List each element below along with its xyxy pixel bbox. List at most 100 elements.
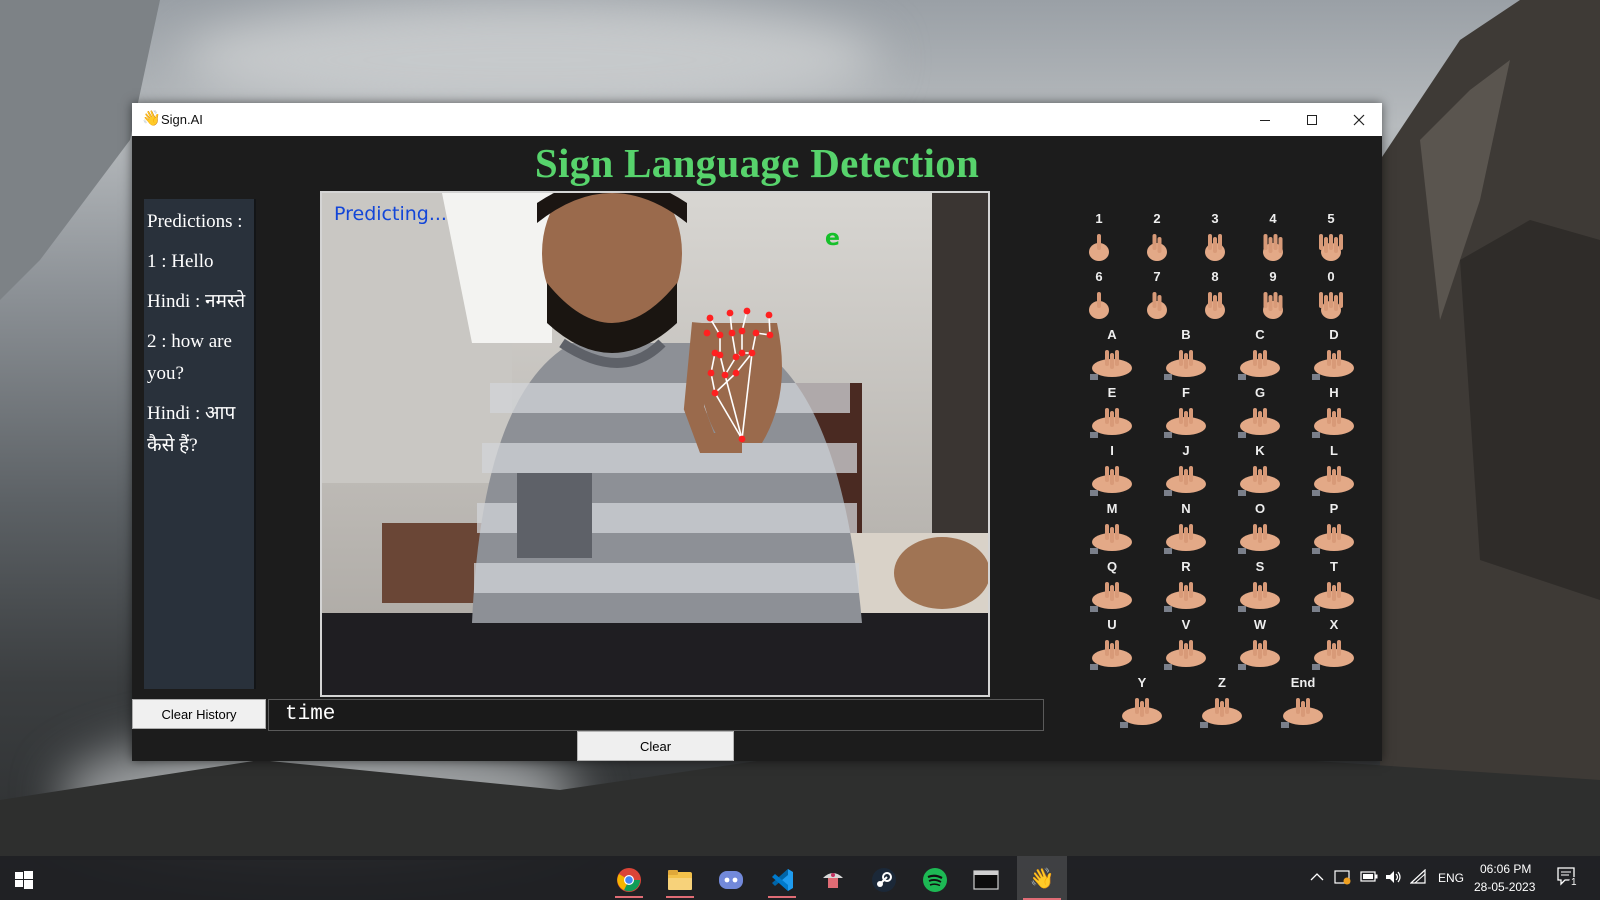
- taskbar-app-chrome[interactable]: [609, 862, 649, 898]
- clear-history-button[interactable]: Clear History: [132, 699, 266, 729]
- landmark-point: [748, 349, 756, 357]
- landmark-point: [726, 309, 734, 317]
- chevron-up-icon[interactable]: [1310, 872, 1324, 882]
- hand-sign-icon: [1147, 234, 1167, 261]
- hand-sign-icon: [1319, 292, 1343, 319]
- start-button[interactable]: [4, 862, 44, 898]
- hand-sign-icon: [1238, 524, 1280, 554]
- app-window: 👋 Sign.AI Sign Language Detection Predic…: [132, 103, 1382, 761]
- notification-center-button[interactable]: 1: [1556, 866, 1582, 892]
- sign-label: 1: [1095, 211, 1103, 226]
- hand-sign-icon: [1090, 408, 1132, 438]
- prediction-hindi: Hindi : नमस्ते: [147, 291, 246, 312]
- clock-date[interactable]: 28-05-2023: [1474, 880, 1535, 894]
- taskbar-app-discord[interactable]: [711, 862, 751, 898]
- close-icon: [1353, 114, 1364, 125]
- hand-sign-icon: [1090, 466, 1132, 496]
- sign-label: O: [1254, 501, 1266, 516]
- sign-chart-cell: 3: [1188, 211, 1242, 269]
- sign-chart-cell: V: [1151, 617, 1221, 675]
- status-overlay: Predicting...: [334, 203, 447, 225]
- sign-label: H: [1329, 385, 1339, 400]
- webcam-frame: Predicting... e: [322, 193, 988, 695]
- landmark-point: [728, 329, 736, 337]
- taskbar-app-terminal[interactable]: [966, 862, 1006, 898]
- landmark-point: [716, 351, 724, 359]
- sign-chart-cell: 6: [1072, 269, 1126, 327]
- maximize-button[interactable]: [1288, 103, 1335, 136]
- hand-sign-icon: [1089, 234, 1109, 261]
- hand-sign-icon: [1312, 640, 1354, 670]
- sign-label: C: [1255, 327, 1265, 342]
- hand-sign-icon: [1205, 292, 1225, 319]
- battery-icon[interactable]: [1360, 871, 1378, 882]
- title-bar[interactable]: 👋 Sign.AI: [132, 103, 1382, 136]
- sign-label: 2: [1153, 211, 1161, 226]
- wifi-icon[interactable]: [1410, 869, 1426, 885]
- landmark-point: [706, 314, 714, 322]
- hand-sign-icon: [1164, 408, 1206, 438]
- taskbar-app-vscode[interactable]: [762, 862, 802, 898]
- hand-sign-icon: [1164, 582, 1206, 612]
- sign-chart-cell: G: [1225, 385, 1295, 443]
- prediction-english: 2 : how are you?: [147, 331, 232, 384]
- sign-label: U: [1107, 617, 1117, 632]
- waving-hand-icon: 👋: [142, 110, 161, 127]
- sentence-text-field[interactable]: time: [268, 699, 1044, 731]
- clock-time[interactable]: 06:06 PM: [1480, 862, 1531, 876]
- volume-icon[interactable]: [1384, 869, 1402, 885]
- minimize-icon: [1259, 119, 1270, 121]
- hand-sign-icon: [1164, 466, 1206, 496]
- notification-count: 1: [1569, 877, 1579, 888]
- clear-button[interactable]: Clear: [577, 731, 734, 761]
- taskbar-app-spotify[interactable]: [915, 862, 955, 898]
- taskbar-app-file-explorer[interactable]: [660, 862, 700, 898]
- hand-sign-icon: [1312, 408, 1354, 438]
- sign-chart-cell: 1: [1072, 211, 1126, 269]
- hand-sign-icon: [1238, 408, 1280, 438]
- sign-label: E: [1107, 385, 1117, 400]
- taskbar-app-steam[interactable]: [864, 862, 904, 898]
- hand-sign-icon: [1200, 698, 1242, 728]
- sign-label: R: [1181, 559, 1191, 574]
- hand-sign-icon: [1312, 350, 1354, 380]
- prediction-hindi: Hindi : आप कैसे हैं?: [147, 403, 236, 456]
- landmark-point: [765, 311, 773, 319]
- landmark-point: [743, 307, 751, 315]
- close-button[interactable]: [1335, 103, 1382, 136]
- sign-label: 3: [1211, 211, 1219, 226]
- sign-chart-cell: M: [1077, 501, 1147, 559]
- sign-label: T: [1330, 559, 1338, 574]
- sign-chart-cell: I: [1077, 443, 1147, 501]
- sign-label: J: [1182, 443, 1190, 458]
- running-indicator: [615, 896, 643, 898]
- sign-label: End: [1290, 675, 1316, 690]
- sign-language-chart: 1 2 3 4 5 6 7 8 9 0 A B C D E F G H I J K L M N O P Q R S T U V W X Y Z End: [1067, 211, 1357, 731]
- sign-label: 5: [1327, 211, 1335, 226]
- minimize-button[interactable]: [1241, 103, 1288, 136]
- sign-label: X: [1329, 617, 1339, 632]
- security-icon[interactable]: [1334, 869, 1352, 885]
- sign-label: Q: [1106, 559, 1118, 574]
- hand-sign-icon: [1164, 524, 1206, 554]
- prediction-english: 1 : Hello: [147, 251, 214, 272]
- sign-chart-cell: T: [1299, 559, 1369, 617]
- sign-label: F: [1182, 385, 1190, 400]
- landmark-point: [732, 369, 740, 377]
- sign-chart-cell: S: [1225, 559, 1295, 617]
- hand-sign-icon: [1164, 350, 1206, 380]
- sign-chart-cell: 0: [1304, 269, 1358, 327]
- input-language[interactable]: ENG: [1438, 871, 1464, 885]
- sign-label: Z: [1218, 675, 1226, 690]
- hand-sign-icon: [1312, 524, 1354, 554]
- sign-label: 7: [1153, 269, 1161, 284]
- sign-chart-cell: Y: [1107, 675, 1177, 733]
- taskbar-app-sign-ai[interactable]: 👋: [1017, 856, 1067, 900]
- sign-chart-cell: Z: [1187, 675, 1257, 733]
- maximize-icon: [1306, 114, 1317, 125]
- sign-chart-cell: A: [1077, 327, 1147, 385]
- taskbar-app-cheese[interactable]: [813, 862, 853, 898]
- sign-chart-cell: C: [1225, 327, 1295, 385]
- cheese-icon: [823, 873, 843, 888]
- sign-label: 9: [1269, 269, 1277, 284]
